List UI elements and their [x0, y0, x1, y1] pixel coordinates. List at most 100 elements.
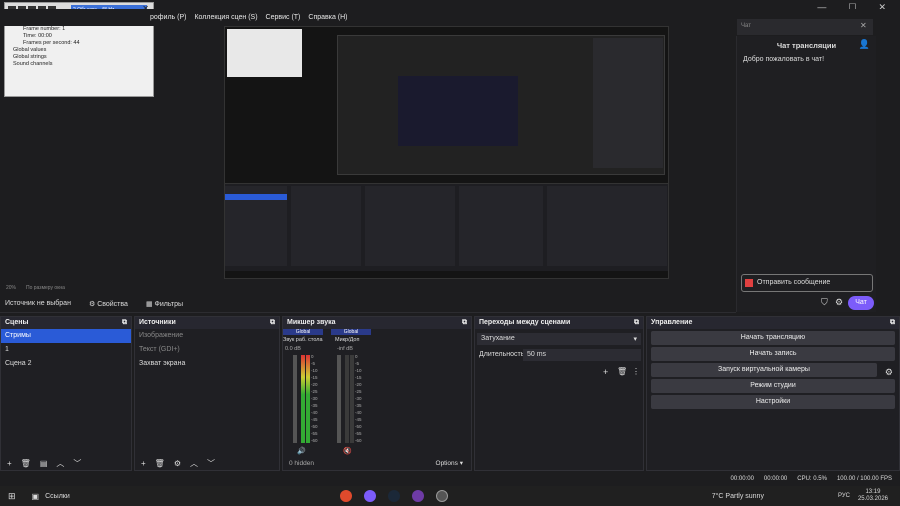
status-bar: 00:00:00 00:00:00 CPU: 0.5% 100.00 / 100… [0, 472, 900, 486]
down-icon[interactable]: ﹀ [207, 458, 215, 469]
audio-mixer-dock: Микшер звука ⧉ Global Global Звук раб. ст… [282, 316, 472, 471]
source-item[interactable]: Захват экрана [135, 357, 279, 371]
tree-item[interactable]: Time: 00:00 [9, 33, 149, 40]
meter-tick: -5 [311, 361, 316, 366]
chat-input-placeholder: Отправить сообщение [757, 279, 831, 286]
obs-icon[interactable] [435, 490, 448, 502]
menu-item[interactable]: Сервис (T) [266, 14, 301, 21]
meter-tick: -15 [355, 375, 362, 380]
weather[interactable]: 7°C Partly sunny [712, 493, 764, 500]
meter-tick: -60 [355, 438, 362, 443]
undock-icon[interactable]: ⧉ [270, 319, 275, 327]
channel2-fader[interactable] [337, 355, 341, 443]
chat-search-input[interactable]: Чат [737, 19, 873, 35]
clock[interactable]: 13:19 25.03.2026 [858, 489, 888, 503]
duration-input[interactable]: 50 ms [523, 349, 641, 361]
channel1-global: Global [283, 329, 323, 335]
app2-icon[interactable] [411, 490, 424, 502]
meter-tick: -35 [311, 403, 318, 408]
tree-item[interactable]: Frame number: 1 [9, 26, 149, 33]
meter-tick: -45 [355, 417, 362, 422]
scene-item[interactable]: Стримы [1, 329, 131, 343]
scene-item[interactable]: Сцена 2 [1, 357, 131, 371]
add-icon[interactable]: + [7, 459, 12, 468]
preview-canvas[interactable] [224, 26, 669, 279]
undock-icon[interactable]: ⧉ [122, 319, 127, 327]
tree-item[interactable]: Global values [9, 47, 149, 54]
menu-item[interactable]: Справка (H) [308, 14, 347, 21]
control-button[interactable]: Режим студии [651, 379, 895, 393]
undock-icon[interactable]: ⧉ [462, 319, 467, 327]
tree-item[interactable]: Global strings [9, 54, 149, 61]
chat-welcome: Добро пожаловать в чат! [743, 56, 825, 63]
mixer-title: Микшер звука [287, 319, 336, 326]
menu-item[interactable]: рофиль (P) [150, 14, 186, 21]
scale-mode[interactable]: По размеру окна [26, 285, 65, 291]
control-button[interactable]: Настройки [651, 395, 895, 409]
shield-icon[interactable]: ⛉ [821, 297, 828, 308]
down-icon[interactable]: ﹀ [73, 458, 81, 469]
mixer-options-button[interactable]: Options ▾ [436, 459, 463, 467]
steam-icon[interactable] [387, 490, 400, 502]
transition-select[interactable]: Затухание ▾ [477, 333, 641, 345]
source-toolbar: Источник не выбран ⚙ Свойства ▦ Фильтры [0, 295, 736, 313]
add-icon[interactable]: + [603, 367, 608, 377]
source-item[interactable]: Изображение [135, 329, 279, 343]
properties-button[interactable]: ⚙ Свойства [89, 300, 128, 308]
control-buttons: Начать трансляцию Начать запись Запуск вир… [647, 331, 899, 409]
undock-icon[interactable]: ⧉ [634, 319, 639, 327]
control-button[interactable]: Начать запись [651, 347, 895, 361]
speaker-icon[interactable]: 🔊 [297, 447, 306, 455]
chrome-icon[interactable] [339, 490, 352, 502]
channel1-meter-r [306, 355, 310, 443]
filter-icon[interactable]: ▤ [40, 459, 48, 468]
filters-button[interactable]: ▦ Фильтры [146, 300, 183, 308]
add-icon[interactable]: + [141, 459, 146, 468]
cpu-usage: CPU: 0.5% [797, 476, 827, 482]
language-indicator[interactable]: РУС [838, 493, 850, 499]
gear-icon[interactable]: ⚙ [885, 367, 893, 378]
channel1-name[interactable]: Звук раб. стола [283, 337, 323, 343]
windows-start-icon[interactable]: ⊞ [8, 491, 16, 502]
nested-obs-preview [337, 35, 665, 175]
sources-title: Источники [139, 319, 176, 326]
app-icon[interactable] [363, 490, 376, 502]
trash-icon[interactable]: 🗑 [155, 459, 165, 468]
scenes-title: Сцены [5, 319, 29, 326]
channel2-name[interactable]: Микр/Доп [335, 337, 359, 343]
scene-item[interactable]: 1 [1, 343, 131, 357]
mute-icon[interactable]: 🔇 [343, 447, 352, 455]
scenes-dock: Сцены ⧉ Стримы 1 Сцена 2 + 🗑 ▤ ︿ ﹀ [0, 316, 132, 471]
meter-tick: 0 [355, 354, 358, 359]
zoom-level[interactable]: 20% [6, 285, 16, 291]
user-icon[interactable]: 👤 [859, 39, 870, 50]
taskview-icon[interactable]: ▣ [32, 492, 40, 501]
channel1-fader[interactable] [293, 355, 297, 443]
undock-icon[interactable]: ⧉ [890, 319, 895, 327]
chat-message-input[interactable]: Отправить сообщение [741, 274, 873, 292]
gear-icon[interactable]: ⚙ [174, 459, 181, 468]
control-button[interactable]: Запуск виртуальной камеры [651, 363, 877, 377]
up-icon[interactable]: ︿ [56, 458, 64, 469]
chat-send-button[interactable]: Чат [848, 296, 874, 310]
transitions-title: Переходы между сценами [479, 319, 571, 326]
control-button[interactable]: Начать трансляцию [651, 331, 895, 345]
close-chat-icon[interactable]: ✕ [860, 21, 867, 30]
menu-item[interactable]: Коллекция сцен (S) [194, 14, 257, 21]
trash-icon[interactable]: 🗑 [617, 367, 627, 376]
links-label[interactable]: Ссылки [45, 493, 70, 500]
channel2-db: -inf dB [337, 346, 353, 352]
source-item[interactable]: Текст (GDI+) [135, 343, 279, 357]
meter-tick: -25 [355, 389, 362, 394]
controls-dock: Управление ⧉ Начать трансляцию Начать запи… [646, 316, 900, 471]
channel2-meter [345, 355, 349, 443]
gear-icon[interactable]: ⚙ [835, 297, 843, 308]
tree-item[interactable]: Sound channels [9, 61, 149, 68]
meter-tick: -55 [311, 431, 318, 436]
up-icon[interactable]: ︿ [190, 458, 198, 469]
meter-tick: -25 [311, 389, 318, 394]
more-icon[interactable]: ⋮ [632, 367, 640, 376]
tree-item[interactable]: Frames per second: 44 [9, 40, 149, 47]
hidden-count: 0 hidden [289, 459, 314, 467]
trash-icon[interactable]: 🗑 [21, 459, 31, 468]
